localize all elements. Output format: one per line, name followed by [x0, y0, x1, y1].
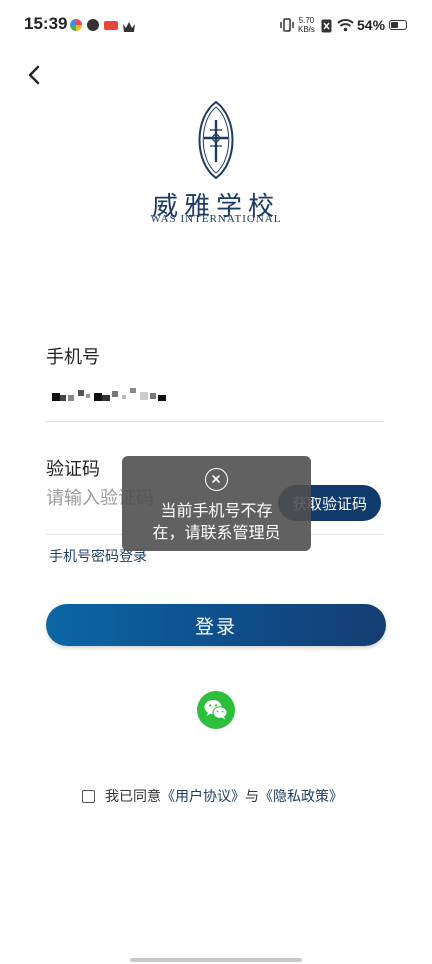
vibrate-icon [279, 17, 295, 37]
toast-line: 当前手机号不存 [160, 501, 273, 520]
network-speed: 5.70 KB/s [298, 16, 315, 34]
speed-value: 5.70 [298, 16, 315, 25]
app-notification-icon [104, 21, 118, 30]
app-notification-icon [70, 19, 82, 31]
no-sim-icon [321, 18, 332, 37]
wechat-icon [204, 700, 228, 720]
battery-level [391, 22, 399, 28]
school-crest-logo [188, 100, 244, 180]
user-agreement-link[interactable]: 《用户协议》 [161, 786, 245, 806]
back-button[interactable] [22, 62, 48, 88]
toast-message: 当前手机号不存 在，请联系管理员 [128, 500, 305, 544]
agreement-row: 我已同意 《用户协议》 与 《隐私政策》 [82, 786, 343, 806]
battery-percent: 54% [357, 17, 386, 33]
divider [46, 421, 384, 422]
phone-input[interactable] [50, 382, 170, 404]
masked-phone-number [52, 388, 166, 401]
app-notification-icon [87, 19, 99, 31]
close-circle-icon [205, 468, 228, 491]
login-button[interactable]: 登录 [46, 604, 386, 646]
chevron-left-icon [28, 65, 40, 85]
brand-name-en: WAS INTERNATIONAL [150, 213, 282, 225]
agree-prefix: 我已同意 [105, 789, 161, 805]
phone-label: 手机号 [46, 347, 100, 368]
error-toast: 当前手机号不存 在，请联系管理员 [122, 456, 311, 551]
status-bar: 15:39 5.70 KB/s 54% [0, 0, 432, 50]
agree-checkbox[interactable] [82, 789, 95, 803]
agree-joiner: 与 [245, 789, 259, 805]
wifi-icon [337, 17, 354, 36]
speed-unit: KB/s [298, 25, 315, 34]
crown-icon [122, 18, 136, 37]
home-indicator[interactable] [130, 958, 302, 962]
clock: 15:39 [24, 14, 68, 33]
code-label: 验证码 [46, 459, 100, 480]
privacy-policy-link[interactable]: 《隐私政策》 [259, 786, 343, 806]
battery-icon [389, 20, 407, 30]
wechat-login-button[interactable] [197, 691, 235, 729]
toast-line: 在，请联系管理员 [152, 523, 281, 542]
